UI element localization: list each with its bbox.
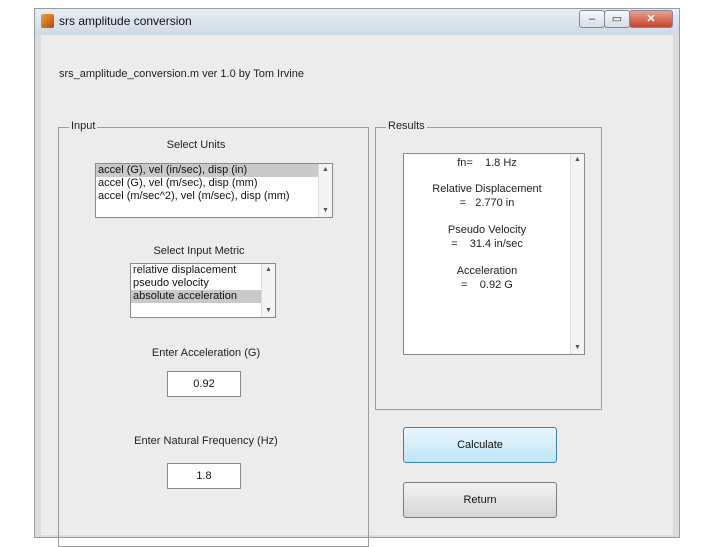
select-input-metric-label: Select Input Metric (153, 245, 245, 257)
units-option[interactable]: accel (G), vel (in/sec), disp (in) (96, 164, 332, 177)
natural-frequency-input[interactable]: 1.8 (167, 463, 241, 489)
natural-frequency-result: fn= 1.8 Hz (457, 157, 517, 169)
pseudo-velocity-heading: Pseudo Velocity (447, 224, 527, 236)
units-option[interactable]: accel (G), vel (m/sec), disp (mm) (96, 177, 332, 190)
scroll-up-icon[interactable]: ▲ (571, 155, 584, 165)
select-units-label: Select Units (166, 139, 226, 151)
results-scrollbar[interactable]: ▲ ▼ (570, 154, 584, 354)
close-button[interactable]: ✕ (629, 10, 673, 28)
acceleration-value: = 0.92 G (461, 279, 513, 291)
maximize-button[interactable]: ▭ (604, 10, 630, 28)
acceleration-heading: Acceleration (456, 265, 518, 277)
units-scrollbar[interactable]: ▲ ▼ (318, 164, 332, 217)
matlab-icon (41, 14, 54, 28)
natural-frequency-label: Enter Natural Frequency (Hz) (134, 435, 278, 447)
results-panel-title: Results (386, 120, 427, 132)
app-window: srs amplitude conversion – ▭ ✕ srs_ampli… (34, 8, 680, 547)
metric-option[interactable]: absolute acceleration (131, 290, 275, 303)
input-panel-title: Input (69, 120, 98, 132)
scroll-down-icon[interactable]: ▼ (262, 306, 275, 316)
minimize-button[interactable]: – (579, 10, 605, 28)
window-title: srs amplitude conversion (59, 14, 192, 28)
units-listbox[interactable]: accel (G), vel (in/sec), disp (in) accel … (95, 163, 333, 218)
title-bar[interactable]: srs amplitude conversion – ▭ ✕ (35, 9, 679, 35)
calculate-button[interactable]: Calculate (403, 427, 557, 463)
scroll-up-icon[interactable]: ▲ (319, 165, 332, 175)
program-header: srs_amplitude_conversion.m ver 1.0 by To… (59, 68, 304, 80)
results-display: fn= 1.8 Hz Relative Displacement = 2.770… (403, 153, 585, 355)
scroll-up-icon[interactable]: ▲ (262, 265, 275, 275)
acceleration-label: Enter Acceleration (G) (151, 347, 261, 359)
pseudo-velocity-value: = 31.4 in/sec (451, 238, 523, 250)
scroll-down-icon[interactable]: ▼ (319, 206, 332, 216)
metric-option[interactable]: relative displacement (131, 264, 275, 277)
metric-scrollbar[interactable]: ▲ ▼ (261, 264, 275, 317)
relative-displacement-value: = 2.770 in (459, 197, 515, 209)
units-option[interactable]: accel (m/sec^2), vel (m/sec), disp (mm) (96, 190, 332, 203)
return-button[interactable]: Return (403, 482, 557, 518)
acceleration-input[interactable]: 0.92 (167, 371, 241, 397)
input-metric-listbox[interactable]: relative displacement pseudo velocity abso… (130, 263, 276, 318)
scroll-down-icon[interactable]: ▼ (571, 343, 584, 353)
metric-option[interactable]: pseudo velocity (131, 277, 275, 290)
relative-displacement-heading: Relative Displacement (432, 183, 542, 195)
figure-client-area: srs_amplitude_conversion.m ver 1.0 by To… (41, 35, 673, 547)
